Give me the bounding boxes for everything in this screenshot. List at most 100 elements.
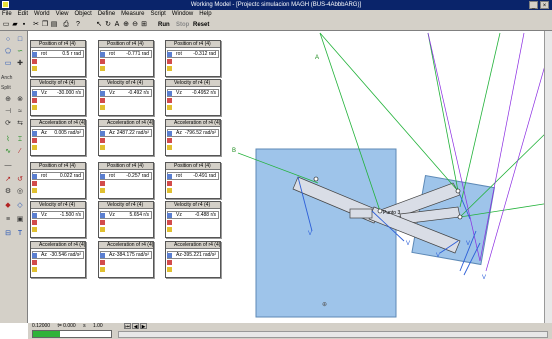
slot-joint-icon[interactable]: ⊗	[14, 95, 26, 105]
curved-slot-icon[interactable]: ≈	[14, 107, 26, 117]
help-icon[interactable]: ?	[74, 21, 82, 29]
pivot-point[interactable]	[455, 188, 461, 194]
cut-icon[interactable]: ✂	[32, 21, 40, 29]
meter-acceleration[interactable]: Acceleration of r4 (4) Az -384.175 rad/s…	[98, 241, 154, 278]
tape-player-bar: 0.12000 t= 0.000 s 1.00 ⏮ ◀ ▶	[28, 323, 552, 339]
anchor-tool[interactable]: Anch	[1, 73, 27, 83]
meter-acceleration[interactable]: Acceleration of r4 (4) Az -796.52 rad/s²	[165, 119, 221, 156]
button-tool-icon[interactable]: ▣	[14, 215, 26, 225]
reset-button[interactable]: Reset	[193, 21, 209, 29]
meter-velocity[interactable]: Velocity of r4 (4) Vz -1.500 r/s	[30, 201, 86, 238]
rotate-tool-icon[interactable]: ↻	[104, 21, 112, 29]
run-button[interactable]: Run	[158, 21, 170, 29]
force-icon[interactable]: ↗	[2, 175, 14, 185]
next-frame-button[interactable]: ▶	[140, 323, 147, 330]
meter-velocity[interactable]: Velocity of r4 (4) Vz -0.492 r/s	[98, 79, 154, 116]
fit-icon[interactable]: ⊞	[140, 21, 148, 29]
circle-tool-icon[interactable]: ○	[2, 35, 14, 45]
meter-velocity[interactable]: Velocity of r4 (4) Vz -0.488 r/s	[165, 201, 221, 238]
meter-position[interactable]: Position of r4 (4) rot 0.5 r rad	[30, 40, 86, 77]
vertical-scrollbar[interactable]	[544, 31, 552, 323]
meter-position[interactable]: Position of r4 (4) rot 0.022 rad	[30, 162, 86, 199]
pointer-tool-icon[interactable]: ↖	[95, 21, 103, 29]
close-button[interactable]: ×	[540, 1, 549, 9]
velocity-label: V	[466, 241, 470, 247]
menu-edit[interactable]: Edit	[18, 10, 28, 19]
polygon-tool-icon[interactable]: ⬠	[2, 47, 14, 57]
meter-tool-icon[interactable]: ≡	[2, 215, 14, 225]
zoom-out-icon[interactable]: ⊖	[131, 21, 139, 29]
save-icon[interactable]: ▪	[20, 21, 28, 29]
meter-position[interactable]: Position of r4 (4) rot -0.771 rad	[98, 40, 154, 77]
force-line	[459, 130, 549, 218]
curve-tool-icon[interactable]: ∽	[14, 47, 26, 57]
anchor-pin-icon[interactable]: ◆	[2, 201, 14, 211]
tape-progress[interactable]	[32, 330, 112, 338]
horizontal-scrollbar[interactable]	[118, 331, 548, 338]
menu-view[interactable]: View	[56, 10, 69, 19]
actuator-icon[interactable]: ⇆	[14, 119, 26, 129]
pivot-point[interactable]	[377, 208, 383, 214]
meter-value-row: Vz -1.500 r/s	[32, 211, 84, 219]
copy-icon[interactable]: ❐	[41, 21, 49, 29]
meter-velocity[interactable]: Velocity of r4 (4) Vz -0.4952 r/s	[165, 79, 221, 116]
meter-value-row: Vz -30.000 r/s	[32, 89, 84, 97]
open-folder-icon[interactable]: ▰	[11, 21, 19, 29]
meter-velocity[interactable]: Velocity of r4 (4) Vz -30.000 r/s	[30, 79, 86, 116]
motor-icon[interactable]: ⟳	[2, 119, 14, 129]
split-tool[interactable]: Split	[1, 83, 27, 93]
meter-position[interactable]: Position of r4 (4) rot -0.312 rad	[165, 40, 221, 77]
paste-icon[interactable]: ▤	[50, 21, 58, 29]
pivot-point[interactable]	[313, 176, 319, 182]
zoom-tool-icon[interactable]: ⊕	[122, 21, 130, 29]
menu-window[interactable]: Window	[172, 10, 193, 19]
force-line	[459, 32, 501, 208]
stop-button[interactable]: Stop	[176, 21, 189, 29]
new-file-icon[interactable]: ▭	[2, 21, 10, 29]
body-large[interactable]	[255, 148, 397, 318]
meter-value-row: rot -0.491 rad	[167, 172, 219, 180]
pivot-point[interactable]	[457, 214, 463, 220]
rope-icon[interactable]: ∿	[2, 147, 14, 157]
first-frame-button[interactable]: ⏮	[124, 323, 131, 330]
meter-acceleration[interactable]: Acceleration of r4 (4) Az 0.005 rad/s²	[30, 119, 86, 156]
gear-icon[interactable]: ⚙	[2, 187, 14, 197]
tape-progress-fill	[33, 331, 61, 337]
text-tool-icon[interactable]: A	[113, 21, 121, 29]
meter-acceleration[interactable]: Acceleration of r4 (4) Az 2487.22 rad/s²	[98, 119, 154, 156]
meter-value-row: rot -0.312 rad	[167, 50, 219, 58]
damper-icon[interactable]: ⌶	[14, 135, 26, 145]
menu-world[interactable]: World	[34, 10, 50, 19]
frame-readout: 0.12000 t= 0.000 s 1.00	[32, 323, 103, 329]
minimize-button[interactable]: _	[529, 1, 538, 9]
slider-block[interactable]	[349, 208, 373, 219]
square-tool-icon[interactable]: □	[14, 35, 26, 45]
menu-object[interactable]: Object	[74, 10, 91, 19]
workspace[interactable]: A B Punto 3 V V V V V ⊕ Position of r4 (…	[28, 31, 552, 323]
point-label-b: B	[232, 148, 236, 154]
menu-file[interactable]: File	[2, 10, 12, 19]
menu-script[interactable]: Script	[151, 10, 166, 19]
meter-acceleration[interactable]: Acceleration of r4 (4) Az -30.546 rad/s²	[30, 241, 86, 278]
menu-help[interactable]: Help	[199, 10, 211, 19]
hinge-icon[interactable]: ◇	[14, 201, 26, 211]
menu-define[interactable]: Define	[98, 10, 115, 19]
spring-icon[interactable]: ⌇	[2, 135, 14, 145]
text-tool-icon[interactable]: T	[14, 229, 26, 239]
torque-icon[interactable]: ↺	[14, 175, 26, 185]
point-tool-icon[interactable]: ✚	[14, 59, 26, 69]
meter-velocity[interactable]: Velocity of r4 (4) Vz 5.654 r/s	[98, 201, 154, 238]
rod-icon[interactable]: ⁄	[14, 147, 26, 157]
meter-value-row: Az -796.52 rad/s²	[167, 129, 219, 137]
meter-acceleration[interactable]: Acceleration of r4 (4) Az -395.221 rad/s…	[165, 241, 221, 278]
menu-measure[interactable]: Measure	[121, 10, 144, 19]
rectangle-tool-icon[interactable]: ▭	[2, 59, 14, 69]
rigid-joint-icon[interactable]: ⊣	[2, 107, 14, 117]
pin-joint-icon[interactable]: ⊕	[2, 95, 14, 105]
pulley-icon[interactable]: ◎	[14, 187, 26, 197]
slider-control-icon[interactable]: ⊟	[2, 229, 14, 239]
meter-position[interactable]: Position of r4 (4) rot -0.491 rad	[165, 162, 221, 199]
prev-frame-button[interactable]: ◀	[132, 323, 139, 330]
meter-position[interactable]: Position of r4 (4) rot -0.257 rad	[98, 162, 154, 199]
print-icon[interactable]: ⎙	[62, 21, 70, 29]
